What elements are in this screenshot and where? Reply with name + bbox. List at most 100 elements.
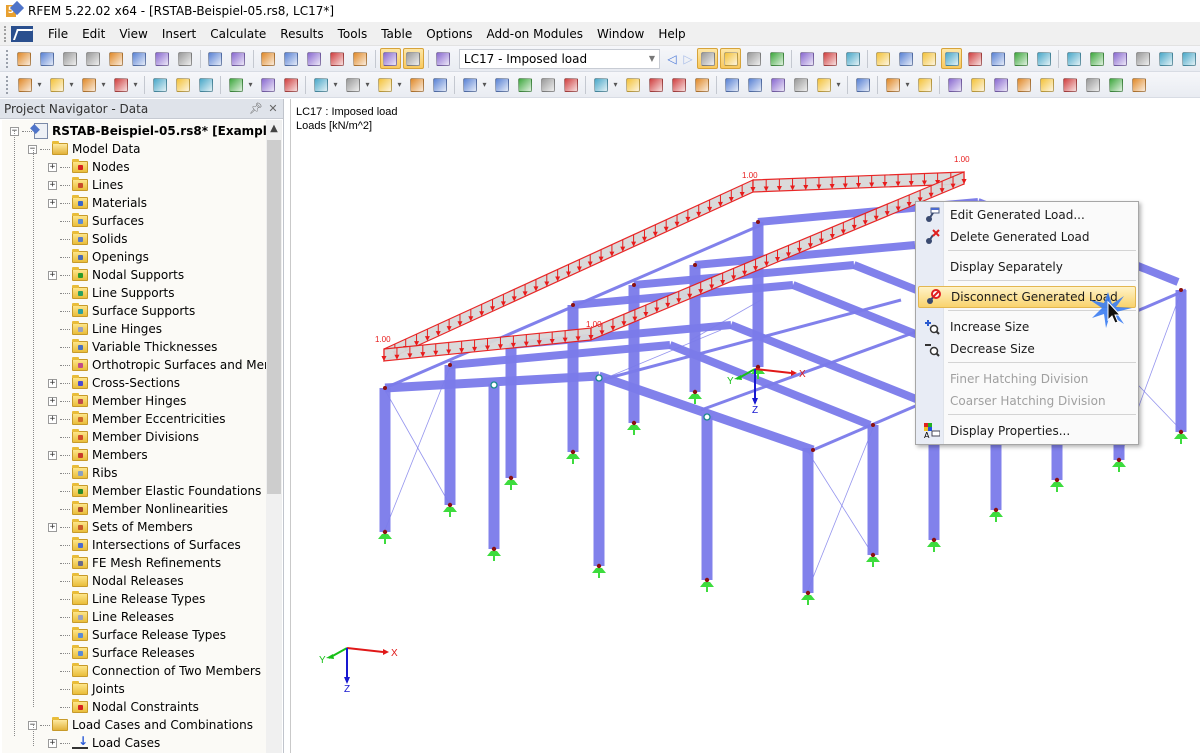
dropdown-arrow-icon[interactable]: ▾ xyxy=(612,80,619,89)
tree-item-surfaces[interactable]: Surfaces xyxy=(48,212,144,230)
document-window-icon[interactable] xyxy=(11,25,33,42)
dimension-button[interactable] xyxy=(225,74,246,95)
measure-button[interactable] xyxy=(1033,48,1054,69)
result-diagram-button[interactable] xyxy=(819,48,840,69)
tree-item-nodal-releases[interactable]: Nodal Releases xyxy=(48,572,184,590)
tree-item-members[interactable]: + Members xyxy=(48,446,148,464)
tree-item-nodal-supports[interactable]: + Nodal Supports xyxy=(48,266,184,284)
open-blue-button[interactable] xyxy=(83,48,104,69)
tree-item-member-elastic-foundations[interactable]: Member Elastic Foundations xyxy=(48,482,261,500)
context-menu-item-display-properties[interactable]: A Display Properties... xyxy=(918,420,1136,442)
tree-item-line-releases[interactable]: Line Releases xyxy=(48,608,174,626)
panel-button[interactable] xyxy=(1082,74,1103,95)
view-iso-button[interactable] xyxy=(918,48,939,69)
line-support-button[interactable] xyxy=(172,74,193,95)
tree-root-project[interactable]: − RSTAB-Beispiel-05.rs8* [Examples] xyxy=(10,122,266,140)
new-member-button[interactable] xyxy=(78,74,99,95)
render-mode-button[interactable] xyxy=(882,74,903,95)
window-button[interactable] xyxy=(350,48,371,69)
expand-icon[interactable]: + xyxy=(48,180,57,190)
expand-icon[interactable]: + xyxy=(48,270,57,280)
print-button[interactable] xyxy=(152,48,173,69)
chevron-down-icon[interactable]: ▼ xyxy=(645,54,659,63)
table-button[interactable] xyxy=(1128,74,1149,95)
tree-item-intersections-of-surfaces[interactable]: Intersections of Surfaces xyxy=(48,536,241,554)
tree-item-lines[interactable]: + Lines xyxy=(48,176,123,194)
tree-item-surface-release-types[interactable]: Surface Release Types xyxy=(48,626,226,644)
move-button[interactable] xyxy=(622,74,643,95)
menu-add-on-modules[interactable]: Add-on Modules xyxy=(480,23,590,45)
select-node-button[interactable] xyxy=(281,48,302,69)
loadcase-combo[interactable]: LC17 - Imposed load ▼ xyxy=(458,48,660,69)
open-file-button[interactable] xyxy=(37,48,58,69)
dropdown-arrow-icon[interactable]: ▾ xyxy=(904,80,911,89)
result-line-button[interactable] xyxy=(1059,74,1080,95)
copy-solid-button[interactable] xyxy=(429,74,450,95)
tree-load-cases[interactable]: + Load Cases xyxy=(48,734,160,752)
result-solid-button[interactable] xyxy=(1013,74,1034,95)
result-section-button[interactable] xyxy=(1105,74,1126,95)
view-minus-x-button[interactable] xyxy=(813,74,834,95)
dropdown-arrow-icon[interactable]: ▾ xyxy=(132,80,139,89)
tree-item-materials[interactable]: + Materials xyxy=(48,194,147,212)
result-diagram2-button[interactable] xyxy=(842,48,863,69)
menu-help[interactable]: Help xyxy=(651,23,692,45)
settings-button[interactable] xyxy=(1155,48,1176,69)
table-view-button[interactable] xyxy=(379,48,401,69)
tree-item-line-hinges[interactable]: Line Hinges xyxy=(48,320,162,338)
delete-nodes-button[interactable] xyxy=(1109,48,1130,69)
pin-icon[interactable]: 📌︎ xyxy=(249,102,263,115)
load-wizard-button[interactable] xyxy=(514,74,535,95)
tree-item-joints[interactable]: Joints xyxy=(48,680,125,698)
deformation-button[interactable] xyxy=(796,48,817,69)
tree-item-nodes[interactable]: + Nodes xyxy=(48,158,130,176)
member-hinge-button[interactable] xyxy=(944,74,965,95)
next-loadcase-icon[interactable]: ▷ xyxy=(680,52,696,66)
view-z-button[interactable] xyxy=(790,74,811,95)
tree-item-ribs[interactable]: Ribs xyxy=(48,464,118,482)
tree-item-line-supports[interactable]: Line Supports xyxy=(48,284,175,302)
tree-item-member-divisions[interactable]: Member Divisions xyxy=(48,428,199,446)
new-loadcase-button[interactable] xyxy=(433,48,454,69)
menu-calculate[interactable]: Calculate xyxy=(203,23,273,45)
box-view-button[interactable] xyxy=(691,74,712,95)
visibility-button[interactable] xyxy=(852,74,873,95)
tree-item-surface-supports[interactable]: Surface Supports xyxy=(48,302,195,320)
isometric-button[interactable] xyxy=(721,74,742,95)
menu-view[interactable]: View xyxy=(112,23,154,45)
tree-item-variable-thicknesses[interactable]: Variable Thicknesses xyxy=(48,338,217,356)
tree-item-surface-releases[interactable]: Surface Releases xyxy=(48,644,195,662)
new-surface-button[interactable] xyxy=(310,74,331,95)
zoom-all-button[interactable] xyxy=(668,74,689,95)
dropdown-arrow-icon[interactable]: ▾ xyxy=(481,80,488,89)
model-data-button[interactable] xyxy=(258,48,279,69)
result-values-button[interactable] xyxy=(766,48,787,69)
result-member-button[interactable] xyxy=(967,74,988,95)
gears-button[interactable] xyxy=(1178,48,1199,69)
member-line-button[interactable] xyxy=(914,74,935,95)
table-grid-button[interactable] xyxy=(402,48,424,69)
menu-insert[interactable]: Insert xyxy=(155,23,203,45)
tree-item-member-eccentricities[interactable]: + Member Eccentricities xyxy=(48,410,226,428)
mirror-button[interactable] xyxy=(1086,48,1107,69)
zoom-window-button[interactable] xyxy=(645,74,666,95)
show-loads-button[interactable] xyxy=(697,48,718,69)
show-load-values-button[interactable] xyxy=(720,48,741,69)
expand-icon[interactable]: + xyxy=(48,522,57,532)
connect-button[interactable] xyxy=(459,74,480,95)
dropdown-arrow-icon[interactable]: ▾ xyxy=(247,80,254,89)
nodal-support-button[interactable] xyxy=(149,74,170,95)
open-archive-button[interactable] xyxy=(60,48,81,69)
redo-button[interactable] xyxy=(228,48,249,69)
comment-button[interactable] xyxy=(257,74,278,95)
load-wizard3-button[interactable] xyxy=(560,74,581,95)
expand-icon[interactable]: + xyxy=(48,396,57,406)
menu-file[interactable]: File xyxy=(41,23,75,45)
dropdown-arrow-icon[interactable]: ▾ xyxy=(68,80,75,89)
rotate-plane-button[interactable] xyxy=(1063,48,1084,69)
dropdown-arrow-icon[interactable]: ▾ xyxy=(36,80,43,89)
tree-item-orthotropic-surfaces-and-membra[interactable]: Orthotropic Surfaces and Membra xyxy=(48,356,266,374)
menu-table[interactable]: Table xyxy=(374,23,419,45)
new-file-button[interactable] xyxy=(14,48,35,69)
view-y-button[interactable] xyxy=(767,74,788,95)
